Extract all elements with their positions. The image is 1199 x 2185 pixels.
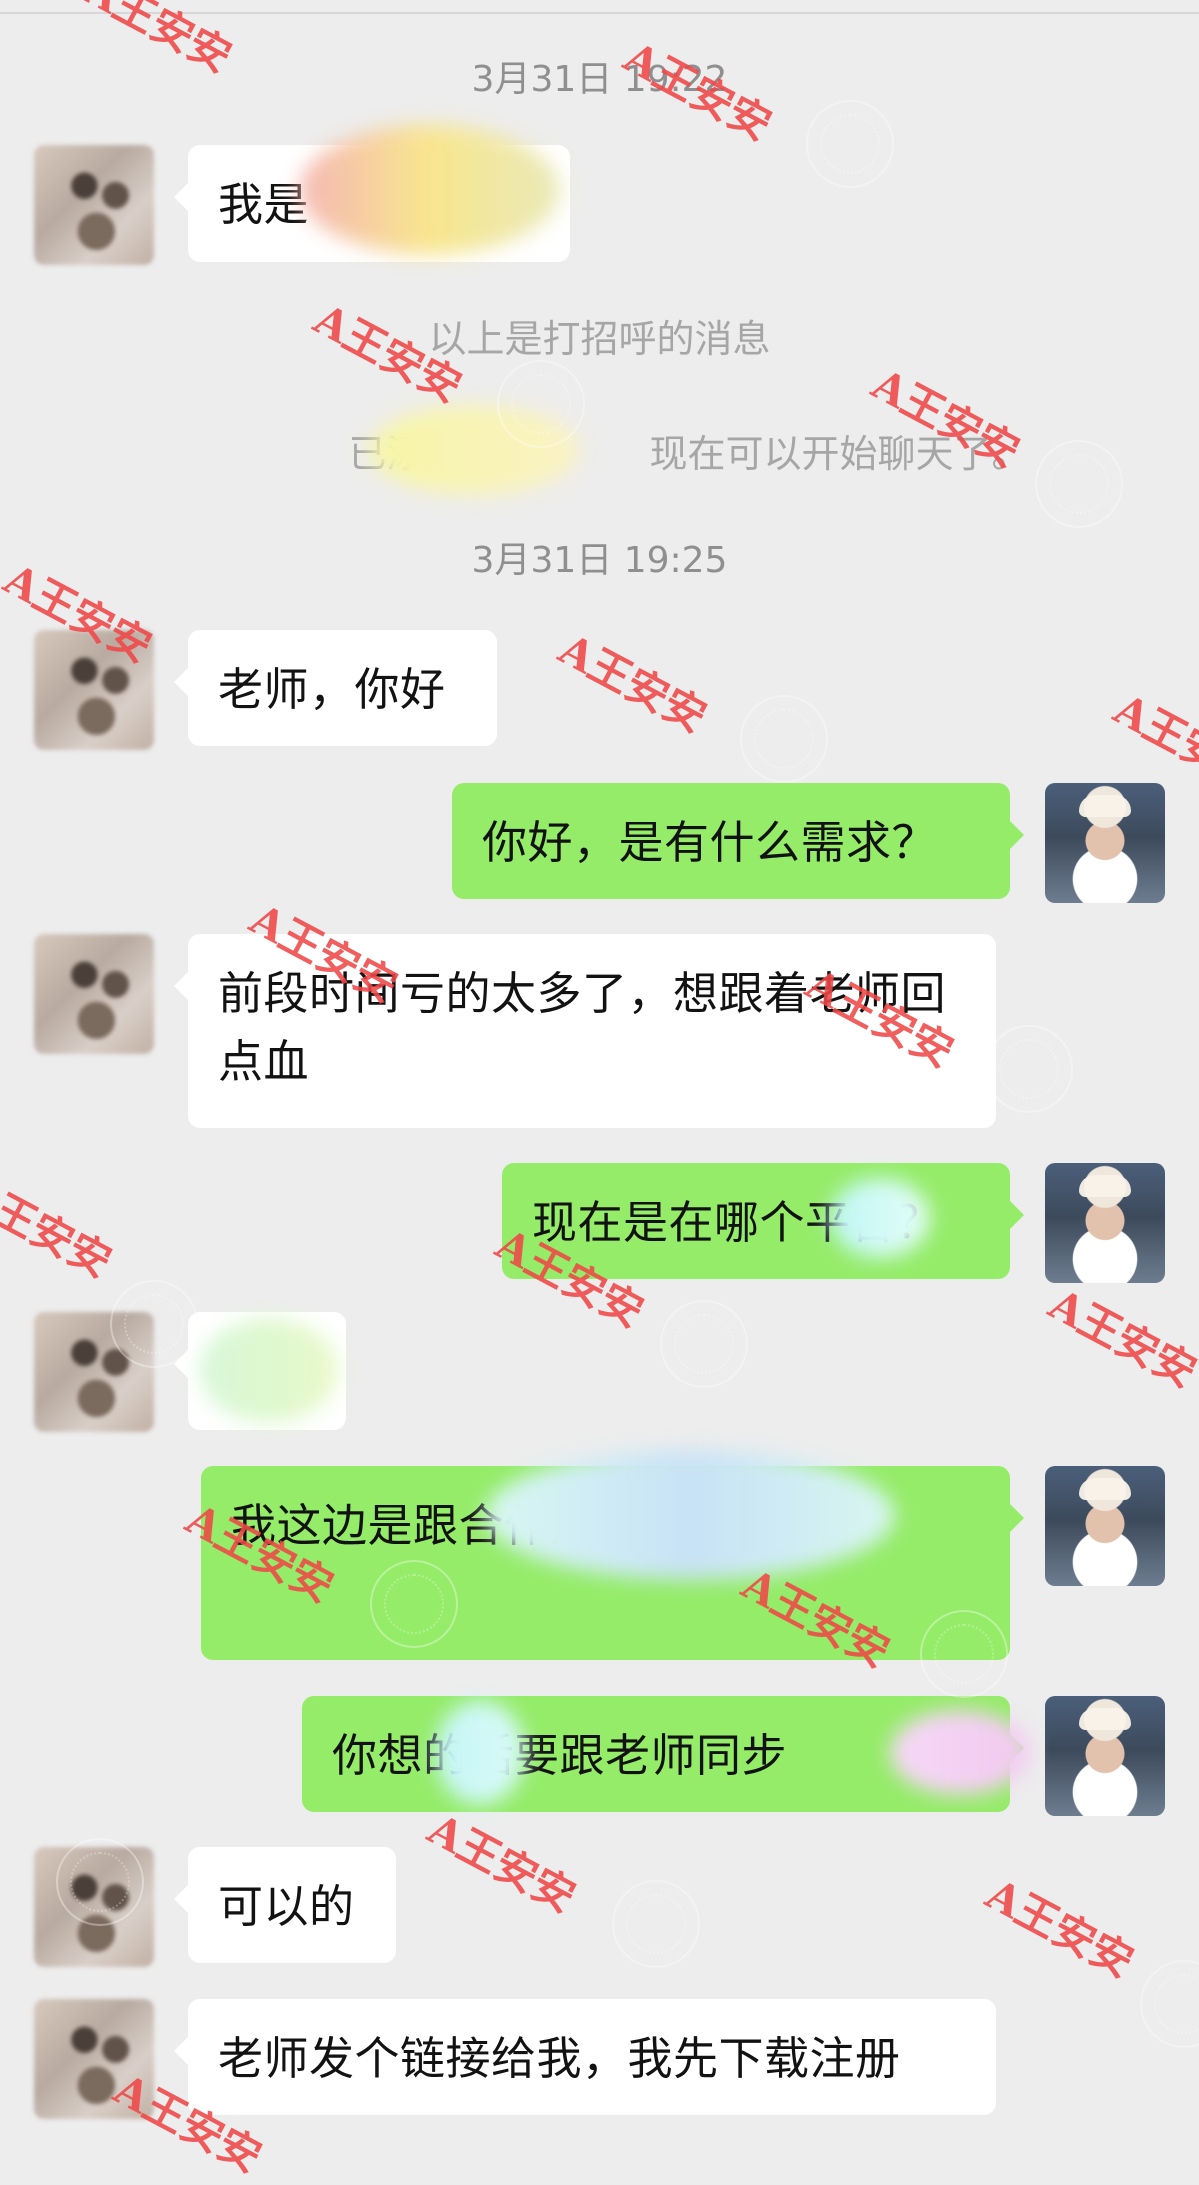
user-avatar[interactable] bbox=[1045, 783, 1165, 903]
message-bubble[interactable]: 老师发个链接给我，我先下载注册 bbox=[174, 1999, 996, 2115]
message-bubble[interactable]: 老师，你好 bbox=[174, 630, 497, 746]
message-bubble[interactable]: 可以的 bbox=[174, 1847, 396, 1963]
user-avatar[interactable] bbox=[1045, 1466, 1165, 1586]
message-text: 我这边是跟合作的哦 bbox=[231, 1499, 641, 1552]
message-text: 你想的话要跟老师同步 bbox=[332, 1729, 788, 1782]
stamp-watermark bbox=[806, 100, 894, 188]
watermark: A王安安 bbox=[551, 624, 715, 743]
message-text: 现在是在哪个平台？ bbox=[532, 1196, 942, 1249]
contact-avatar[interactable] bbox=[34, 934, 154, 1054]
message-text: 前段时间亏的太多了，想跟着老师回点血 bbox=[218, 967, 947, 1088]
timestamp-1: 3月31日 19:22 bbox=[471, 59, 728, 100]
message-text: 老师，你好 bbox=[218, 663, 446, 716]
message-text: 老师发个链接给我，我先下载注册 bbox=[218, 2032, 901, 2085]
stamp-watermark bbox=[740, 695, 828, 783]
image-message-bubble[interactable] bbox=[174, 1312, 346, 1430]
stamp-watermark bbox=[1140, 1960, 1199, 2048]
message-text: 你好，是有什么需求？ bbox=[482, 816, 938, 869]
user-avatar[interactable] bbox=[1045, 1696, 1165, 1816]
stamp-watermark bbox=[612, 1880, 700, 1968]
message-bubble[interactable]: 现在是在哪个平台？ bbox=[502, 1163, 1024, 1279]
watermark: A王安安 bbox=[420, 1804, 584, 1923]
user-avatar[interactable] bbox=[1045, 1163, 1165, 1283]
message-bubble[interactable]: 你想的话要跟老师同步 bbox=[302, 1696, 1024, 1812]
system-message-greeting-note: 以上是打招呼的消息 bbox=[428, 317, 771, 361]
timestamp-2: 3月31日 19:25 bbox=[471, 540, 728, 581]
watermark: A王安安 bbox=[1041, 1279, 1199, 1398]
system-message-can-chat: 现在可以开始聊天了。 bbox=[649, 432, 1030, 476]
greeting-message-bubble[interactable]: 我是 bbox=[174, 145, 570, 262]
top-divider bbox=[0, 12, 1199, 14]
message-bubble[interactable]: 我这边是跟合作的哦 bbox=[201, 1466, 1024, 1660]
message-bubble[interactable]: 你好，是有什么需求？ bbox=[452, 783, 1024, 899]
contact-avatar[interactable] bbox=[34, 1312, 154, 1432]
stamp-watermark bbox=[660, 1300, 748, 1388]
message-bubble[interactable]: 前段时间亏的太多了，想跟着老师回点血 bbox=[174, 934, 996, 1128]
stamp-watermark bbox=[985, 1025, 1073, 1113]
chat-screen: 3月31日 19:22 我是 以上是打招呼的消息 已添加了 现在可以开始聊天了。… bbox=[0, 0, 1199, 2182]
watermark: A王安安 bbox=[978, 1869, 1142, 1988]
contact-avatar[interactable] bbox=[34, 145, 154, 265]
contact-avatar[interactable] bbox=[34, 1999, 154, 2119]
contact-avatar[interactable] bbox=[34, 630, 154, 750]
contact-avatar[interactable] bbox=[34, 1847, 154, 1967]
message-text: 可以的 bbox=[218, 1880, 355, 1933]
watermark: A王安安 bbox=[0, 1169, 120, 1288]
greeting-message-text: 我是 bbox=[218, 178, 310, 231]
